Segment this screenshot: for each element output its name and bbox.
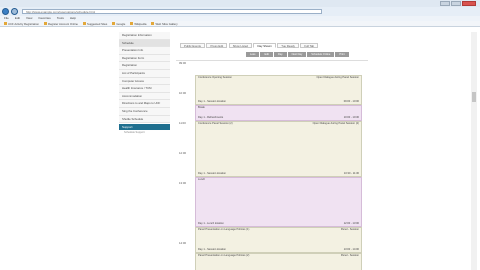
favorite-link[interactable]: Register Account Online bbox=[43, 21, 78, 27]
print-button[interactable]: Print bbox=[335, 52, 349, 57]
sidebar-item-computer-access[interactable]: Computer Access bbox=[119, 77, 170, 86]
sidebar-item-health-insurance[interactable]: Health Insurance / TCM bbox=[119, 85, 170, 93]
tab-press-edit[interactable]: Press Edit bbox=[206, 43, 228, 48]
favorites-bar: UCF Activity Registration Register Accou… bbox=[0, 21, 480, 27]
back-button-icon[interactable] bbox=[2, 8, 9, 15]
time-label: 11:00 bbox=[179, 121, 186, 125]
schedule-event[interactable]: Break Day 1 - Refreshments 10:00 - 10:30 bbox=[195, 105, 362, 121]
sidebar-item-registration[interactable]: Registration bbox=[119, 62, 170, 70]
favorite-icon bbox=[130, 22, 134, 25]
favorite-link[interactable]: Suggested Sites bbox=[82, 21, 107, 27]
sidebar-item-directions[interactable]: Directions to and Maps to UCF bbox=[119, 100, 170, 108]
event-title: Lunch bbox=[198, 178, 206, 181]
window-controls bbox=[440, 1, 476, 6]
address-bar[interactable]: http://www.example.com/reservations/sche… bbox=[22, 9, 322, 14]
event-time: 09:00 - 10:00 bbox=[343, 99, 359, 103]
schedule-event[interactable]: Lunch Day 1 - Lunch location 12:00 - 13:0… bbox=[195, 177, 362, 227]
event-location: Day 1 - Session location bbox=[198, 247, 226, 251]
event-location: Day 1 - Refreshments bbox=[198, 115, 224, 119]
event-title: Panel Presentation on Language Policies … bbox=[198, 228, 250, 231]
sidebar-item-registration-information[interactable]: Registration Information bbox=[119, 32, 170, 40]
favorite-icon bbox=[151, 22, 155, 25]
favorite-link[interactable]: Google bbox=[112, 21, 125, 27]
support-link[interactable]: Schedule Support bbox=[119, 130, 170, 136]
sidebar-item-schedule[interactable]: Schedule bbox=[119, 39, 170, 48]
less-button[interactable]: Less bbox=[246, 52, 260, 57]
time-label: 14:00 bbox=[179, 241, 186, 245]
schedule-online-button[interactable]: Schedule Online bbox=[307, 52, 335, 57]
time-label: 10:00 bbox=[179, 91, 186, 95]
tab-full[interactable]: Full Tab bbox=[300, 43, 319, 48]
favorite-link[interactable]: UCF Activity Registration bbox=[4, 21, 39, 27]
view-tabs: Public Events Press Edit Show Listed Day… bbox=[180, 43, 319, 48]
event-time: 10:30 - 11:30 bbox=[343, 171, 359, 175]
event-location: Day 1 - Session location bbox=[198, 171, 226, 175]
schedule-event[interactable]: Panel Presentation on Language Policies … bbox=[195, 253, 362, 270]
event-note: Open Dialogue during Panel Session bbox=[316, 76, 359, 79]
time-label: 13:00 bbox=[179, 181, 186, 185]
schedule-event[interactable]: Conference Opening Session Open Dialogue … bbox=[195, 75, 362, 105]
event-note: Panel - Session bbox=[340, 254, 359, 257]
page-scrollbar[interactable] bbox=[471, 32, 477, 270]
event-title: Panel Presentation on Language Policies … bbox=[198, 254, 250, 257]
sidebar-item-shuttle[interactable]: Shuttle Schedule bbox=[119, 115, 170, 124]
favorite-link[interactable]: Wikipedia bbox=[130, 21, 146, 27]
schedule-toolbar: Less Edit Day Next Day Schedule Online P… bbox=[246, 52, 349, 57]
maximize-button[interactable] bbox=[451, 1, 461, 6]
edit-button[interactable]: Edit bbox=[260, 52, 273, 57]
close-button[interactable] bbox=[462, 1, 476, 6]
event-time: 12:00 - 13:00 bbox=[343, 221, 359, 225]
sidebar-item-participants[interactable]: List of Participants bbox=[119, 69, 170, 78]
time-label: 09:00 bbox=[179, 61, 186, 65]
event-time: 13:00 - 14:00 bbox=[343, 247, 359, 251]
forward-button-icon[interactable] bbox=[11, 8, 18, 15]
favorite-icon bbox=[4, 22, 7, 25]
event-time: 10:00 - 10:30 bbox=[343, 115, 359, 119]
favorite-icon bbox=[82, 22, 86, 25]
sidebar-item-presentation-info[interactable]: Presentation Info bbox=[119, 47, 170, 55]
day-button[interactable]: Day bbox=[273, 52, 287, 57]
event-title: Break bbox=[198, 106, 205, 109]
sidebar-item-registration-form[interactable]: Registration Form bbox=[119, 54, 170, 63]
schedule-event[interactable]: Panel Presentation on Language Policies … bbox=[195, 227, 362, 253]
event-location: Day 1 - Session location bbox=[198, 99, 226, 103]
tab-day-shown[interactable]: Day Shown bbox=[253, 43, 276, 48]
event-title: Conference Panel Session (2) bbox=[198, 122, 233, 125]
event-note: Open Dialogue during Panel Session (2) bbox=[312, 122, 359, 125]
sidebar-item-accommodation[interactable]: Accommodation bbox=[119, 92, 170, 101]
time-label: 12:00 bbox=[179, 151, 186, 155]
sidebar-item-conference[interactable]: Sing the Conference bbox=[119, 107, 170, 116]
navigation-bar: http://www.example.com/reservations/sche… bbox=[0, 7, 480, 16]
tab-tue-ready[interactable]: Tue Ready bbox=[277, 43, 299, 48]
event-note: Panel - Session bbox=[340, 228, 359, 231]
event-location: Day 1 - Lunch location bbox=[198, 221, 224, 225]
schedule-event[interactable]: Conference Panel Session (2) Open Dialogu… bbox=[195, 121, 362, 177]
favorite-icon bbox=[112, 22, 116, 25]
next-day-button[interactable]: Next Day bbox=[287, 52, 307, 57]
favorite-link[interactable]: Web Slice Gallery bbox=[151, 21, 178, 27]
event-title: Conference Opening Session bbox=[198, 76, 232, 79]
tab-show-listed[interactable]: Show Listed bbox=[228, 43, 252, 48]
sidebar: Registration Information Schedule Presen… bbox=[119, 32, 170, 136]
schedule-grid: 09:00 10:00 11:00 12:00 13:00 14:00 Conf… bbox=[176, 60, 368, 270]
favorite-icon bbox=[43, 22, 47, 25]
title-bar bbox=[0, 0, 480, 7]
minimize-button[interactable] bbox=[440, 1, 450, 6]
tab-public-events[interactable]: Public Events bbox=[180, 43, 205, 48]
scrollbar-thumb[interactable] bbox=[472, 92, 476, 102]
